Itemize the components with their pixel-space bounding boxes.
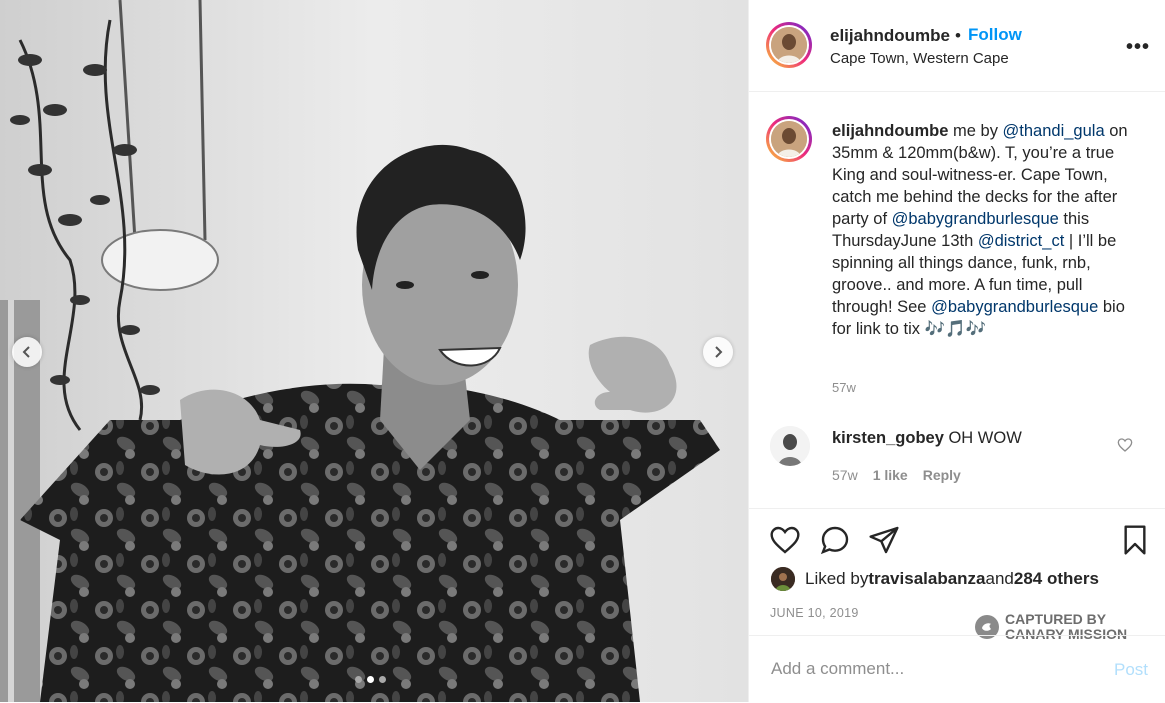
chevron-left-icon [22, 346, 30, 358]
comment-icon[interactable] [819, 524, 851, 556]
separator-dot: • [955, 26, 961, 45]
liker-username[interactable]: travisalabanza [868, 569, 985, 589]
likes-prefix: Liked by [805, 569, 869, 588]
post-caption: elijahndoumbe me by @thandi_gula on 35mm… [832, 120, 1142, 340]
caption-text: me by [948, 122, 1003, 140]
caption-author-avatar[interactable] [766, 116, 812, 162]
post-location[interactable]: Cape Town, Western Cape [830, 50, 1009, 67]
carousel-dot-active [367, 676, 374, 683]
comment-heart-icon[interactable] [1117, 437, 1133, 453]
more-options-button[interactable]: ••• [1126, 36, 1150, 59]
add-comment-bar: Post [749, 635, 1165, 703]
mention-link[interactable]: @district_ct [978, 232, 1064, 250]
post-date[interactable]: JUNE 10, 2019 [770, 606, 859, 620]
carousel-prev-button[interactable] [12, 337, 42, 367]
author-avatar[interactable] [766, 22, 812, 68]
comment-timestamp[interactable]: 57w [832, 467, 858, 483]
post-comment-button[interactable]: Post [1114, 660, 1148, 680]
reply-button[interactable]: Reply [923, 467, 961, 483]
likes-others-link[interactable]: 284 others [1014, 569, 1099, 589]
commenter-username[interactable]: kirsten_gobey [832, 429, 944, 447]
comment-body: OH WOW [943, 429, 1022, 447]
caption-timestamp[interactable]: 57w [832, 380, 856, 395]
commenter-avatar[interactable] [770, 426, 810, 466]
mention-link[interactable]: @thandi_gula [1003, 122, 1105, 140]
bookmark-icon[interactable] [1119, 524, 1151, 556]
follow-button[interactable]: Follow [968, 25, 1022, 45]
music-notes-emoji: 🎶🎵🎶 [924, 320, 987, 338]
caption-username[interactable]: elijahndoumbe [832, 122, 948, 140]
watermark-line1: CAPTURED BY [1005, 611, 1107, 627]
post-header: elijahndoumbe • Follow Cape Town, Wester… [749, 0, 1165, 92]
mention-link[interactable]: @babygrandburlesque [892, 210, 1059, 228]
paper-plane-icon[interactable] [868, 524, 900, 556]
comment-meta: 57w 1 like Reply [832, 467, 961, 483]
author-username[interactable]: elijahndoumbe [830, 26, 950, 46]
carousel-next-button[interactable] [703, 337, 733, 367]
heart-icon[interactable] [769, 524, 801, 556]
comment-text: kirsten_gobey OH WOW [832, 429, 1022, 448]
carousel-dots [355, 676, 386, 683]
comment-input[interactable] [769, 658, 1073, 680]
comment-likes[interactable]: 1 like [873, 467, 908, 483]
chevron-right-icon [715, 346, 723, 358]
photo-image [0, 0, 748, 702]
carousel-dot [355, 676, 362, 683]
post-panel: elijahndoumbe • Follow Cape Town, Wester… [748, 0, 1165, 702]
liker-avatar[interactable] [771, 567, 795, 591]
likes-middle: and [985, 569, 1014, 588]
mention-link[interactable]: @babygrandburlesque [931, 298, 1098, 316]
action-bar [749, 508, 1165, 509]
carousel-dot [379, 676, 386, 683]
likes-summary: Liked by travisalabanza and 284 others [771, 567, 1099, 591]
post-photo[interactable] [0, 0, 748, 702]
